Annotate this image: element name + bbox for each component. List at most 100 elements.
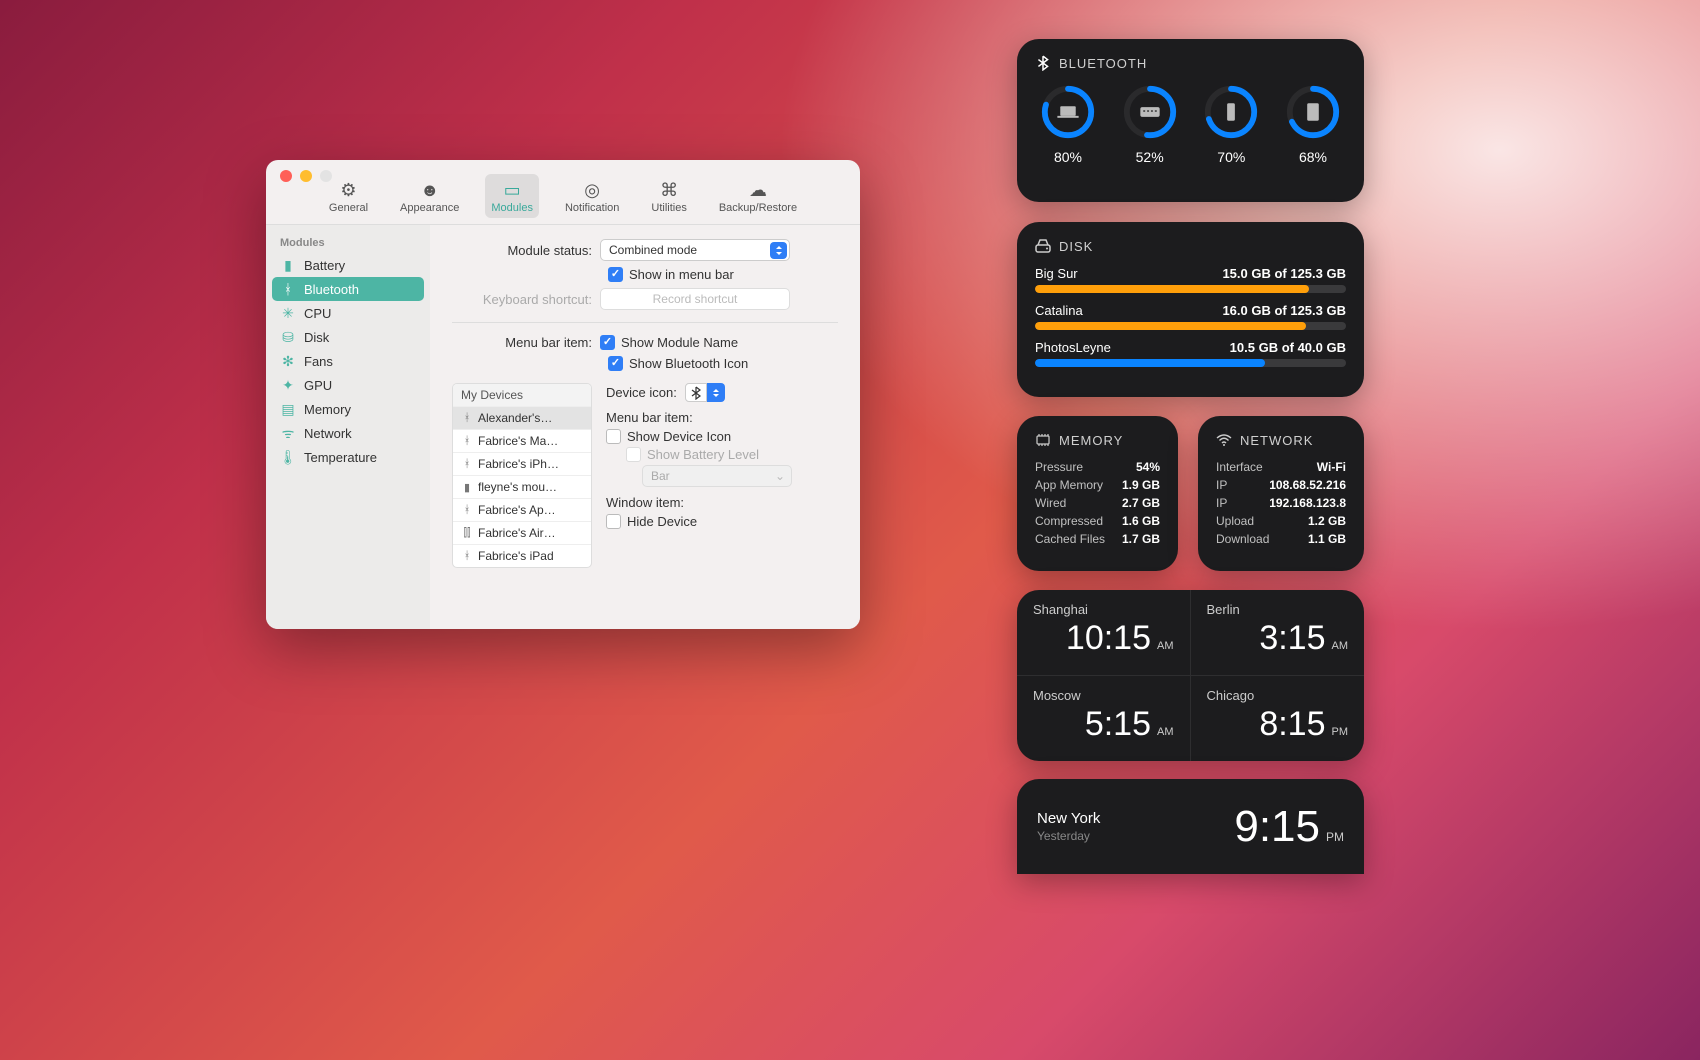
tab-modules[interactable]: ▭Modules xyxy=(485,174,539,218)
clock-cell: Berlin 3:15AM xyxy=(1191,590,1365,676)
disk-icon xyxy=(1035,238,1051,254)
sidebar-item-label: GPU xyxy=(304,378,332,393)
device-row[interactable]: ⫿⫿Fabrice's Air… xyxy=(453,521,591,544)
stat-row: Pressure54% xyxy=(1035,460,1160,474)
device-name: Fabrice's Air… xyxy=(478,526,556,540)
device-name: Fabrice's Ma… xyxy=(478,434,558,448)
disk-usage: 16.0 GB of 125.3 GB xyxy=(1222,303,1346,318)
box-icon: ▭ xyxy=(500,178,524,202)
stat-row: Compressed 1.6 GB xyxy=(1035,514,1160,528)
stat-value: 1.6 GB xyxy=(1122,514,1160,528)
sidebar-item-battery[interactable]: ▮ Battery xyxy=(272,253,424,277)
device-row[interactable]: ᚼ Fabrice's iPad xyxy=(453,544,591,567)
window-item-label: Window item: xyxy=(606,495,838,510)
stat-row: Wired2.7 GB xyxy=(1035,496,1160,510)
clock-cell: Chicago 8:15PM xyxy=(1191,676,1365,762)
stat-row: Download1.1 GB xyxy=(1216,532,1346,546)
tab-general[interactable]: ⚙︎General xyxy=(323,174,374,218)
divider xyxy=(452,322,838,323)
device-type-icon: ᚼ xyxy=(461,504,473,516)
stat-value: 1.2 GB xyxy=(1308,514,1346,528)
ampm-label: PM xyxy=(1332,726,1349,738)
city-label: Shanghai xyxy=(1033,602,1174,617)
ampm-label: AM xyxy=(1157,640,1174,652)
my-devices-list: My Devices ᚼAlexander's…ᚼFabrice's Ma…ᚼF… xyxy=(452,383,592,568)
bluetooth-device-ring: 52% xyxy=(1121,83,1179,165)
keyboard-shortcut-input[interactable]: Record shortcut xyxy=(600,288,790,310)
sidebar-item-fans[interactable]: ✻Fans xyxy=(272,349,424,373)
widget-title: NETWORK xyxy=(1240,433,1313,448)
device-name: Fabrice's iPad xyxy=(478,549,554,563)
show-module-name-checkbox[interactable] xyxy=(600,335,615,350)
widget-title: MEMORY xyxy=(1059,433,1123,448)
city-label: Moscow xyxy=(1033,688,1174,703)
sidebar-item-cpu[interactable]: ✳︎CPU xyxy=(272,301,424,325)
temperature-icon: 🌡 xyxy=(280,449,296,465)
device-icon-select[interactable] xyxy=(685,383,725,402)
widget-disk: DISK Big Sur15.0 GB of 125.3 GB Catalina… xyxy=(1017,222,1364,397)
stat-key: Cached Files xyxy=(1035,532,1105,546)
device-type-icon: ᚼ xyxy=(461,550,473,562)
network-icon: ᯤ xyxy=(280,425,296,441)
device-row[interactable]: ᚼAlexander's… xyxy=(453,406,591,429)
tab-appearance[interactable]: ☻Appearance xyxy=(394,174,465,218)
bluetooth-device-ring: 80% xyxy=(1039,83,1097,165)
memory-icon: ▤ xyxy=(280,401,296,417)
sidebar-item-label: Disk xyxy=(304,330,329,345)
sidebar-item-memory[interactable]: ▤Memory xyxy=(272,397,424,421)
stat-key: Compressed xyxy=(1035,514,1103,528)
stat-row: Upload 1.2 GB xyxy=(1216,514,1346,528)
stat-value: Wi-Fi xyxy=(1317,460,1346,474)
tab-utilities[interactable]: ⌘Utilities xyxy=(645,174,692,218)
battery-percent: 80% xyxy=(1054,149,1082,165)
show-in-menubar-checkbox[interactable] xyxy=(608,267,623,282)
show-device-icon-checkbox[interactable] xyxy=(606,429,621,444)
time-value: 10:15 xyxy=(1066,619,1151,658)
sidebar-item-temperature[interactable]: 🌡 Temperature xyxy=(272,445,424,469)
content-pane: Module status: Combined mode Show in men… xyxy=(430,225,860,629)
battery-icon: ▮ xyxy=(280,257,296,273)
device-type-icon: ▮ xyxy=(461,481,473,493)
device-row[interactable]: ▮fleyne's mou… xyxy=(453,475,591,498)
tab-backup[interactable]: ☁︎Backup/Restore xyxy=(713,174,803,218)
tab-notification[interactable]: ◎Notification xyxy=(559,174,625,218)
sidebar-item-label: Battery xyxy=(304,258,345,273)
show-battery-level-checkbox[interactable] xyxy=(626,447,641,462)
device-row[interactable]: ᚼFabrice's Ap… xyxy=(453,498,591,521)
device-row[interactable]: ᚼ Fabrice's Ma… xyxy=(453,429,591,452)
fans-icon: ✻ xyxy=(280,353,296,369)
device-type-icon: ᚼ xyxy=(461,435,473,447)
stat-key: Upload xyxy=(1216,514,1254,528)
stat-row: Cached Files1.7 GB xyxy=(1035,532,1160,546)
bluetooth-device-ring: 70% xyxy=(1202,83,1260,165)
stat-key: Download xyxy=(1216,532,1269,546)
sidebar-item-label: CPU xyxy=(304,306,331,321)
sidebar-item-network[interactable]: ᯤNetwork xyxy=(272,421,424,445)
city-label: Berlin xyxy=(1207,602,1349,617)
sidebar-item-gpu[interactable]: ✦GPU xyxy=(272,373,424,397)
disk-row: PhotosLeyne10.5 GB of 40.0 GB xyxy=(1035,340,1346,367)
widget-bluetooth: BLUETOOTH 80% 52% 70% 68% xyxy=(1017,39,1364,202)
device-type-icon: ᚼ xyxy=(461,412,473,424)
sidebar-item-label: Temperature xyxy=(304,450,377,465)
disk-row: Big Sur15.0 GB of 125.3 GB xyxy=(1035,266,1346,293)
tab-label: Appearance xyxy=(400,202,459,214)
sidebar: Modules ▮BatteryᚼBluetooth✳︎CPU⛁Disk✻Fan… xyxy=(266,225,430,629)
device-row[interactable]: ᚼFabrice's iPh… xyxy=(453,452,591,475)
stat-row: InterfaceWi-Fi xyxy=(1216,460,1346,474)
sidebar-item-bluetooth[interactable]: ᚼBluetooth xyxy=(272,277,424,301)
bell-icon: ◎ xyxy=(580,178,604,202)
show-bluetooth-icon-checkbox[interactable] xyxy=(608,356,623,371)
stat-row: IP192.168.123.8 xyxy=(1216,496,1346,510)
battery-level-style-select[interactable]: Bar xyxy=(642,465,792,487)
tab-label: Modules xyxy=(491,202,533,214)
disk-usage: 15.0 GB of 125.3 GB xyxy=(1222,266,1346,281)
stat-value: 1.9 GB xyxy=(1122,478,1160,492)
disk-icon: ⛁ xyxy=(280,329,296,345)
module-status-select[interactable]: Combined mode xyxy=(600,239,790,261)
city-label: Chicago xyxy=(1207,688,1349,703)
battery-percent: 52% xyxy=(1136,149,1164,165)
hide-device-checkbox[interactable] xyxy=(606,514,621,529)
sidebar-item-disk[interactable]: ⛁ Disk xyxy=(272,325,424,349)
disk-name: PhotosLeyne xyxy=(1035,340,1111,355)
